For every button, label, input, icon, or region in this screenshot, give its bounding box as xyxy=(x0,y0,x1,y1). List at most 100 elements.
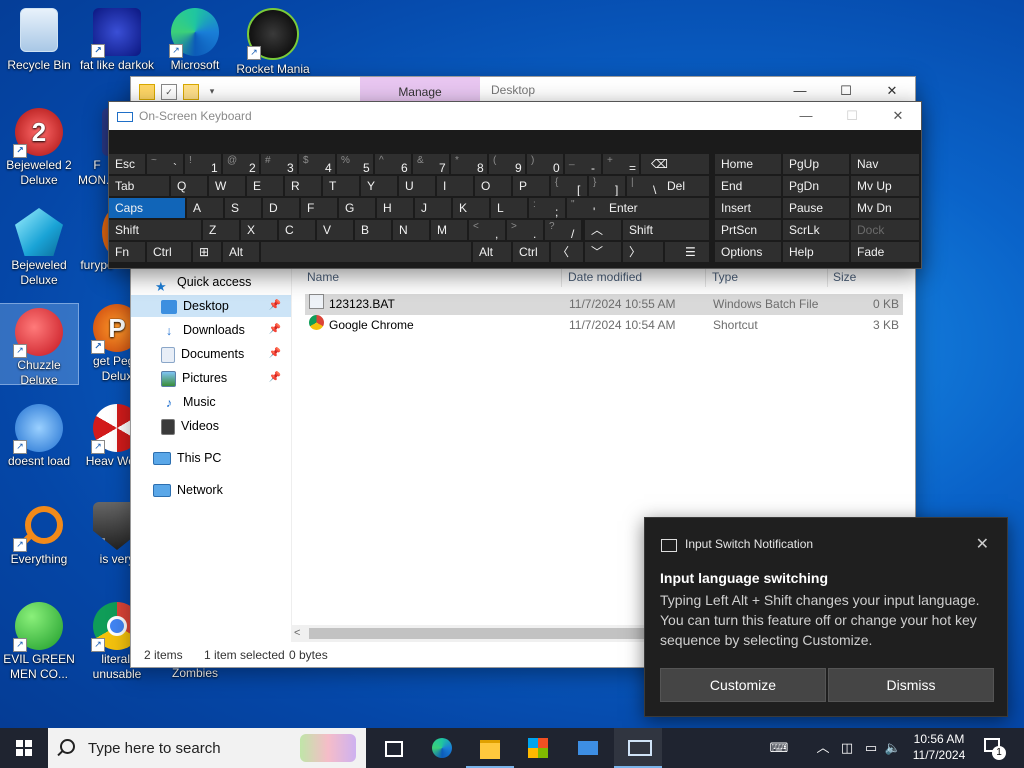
key-shift-right[interactable]: Shift xyxy=(623,220,709,240)
key-letter[interactable]: K xyxy=(453,198,489,218)
key-letter[interactable]: Q xyxy=(171,176,207,196)
key-shift-left[interactable]: Shift xyxy=(109,220,201,240)
file-row[interactable]: Google Chrome 11/7/2024 10:54 AM Shortcu… xyxy=(305,315,903,336)
key-number[interactable]: @2 xyxy=(223,154,259,174)
taskbar-clock[interactable]: 10:56 AM 11/7/2024 xyxy=(900,731,978,763)
key-letter[interactable]: G xyxy=(339,198,375,218)
close-button[interactable]: ✕ xyxy=(875,102,921,130)
key-prtscn[interactable]: PrtScn xyxy=(715,220,781,240)
key-letter[interactable]: C xyxy=(279,220,315,240)
customize-button[interactable]: Customize xyxy=(660,668,826,702)
key-mv-up[interactable]: Mv Up xyxy=(851,176,919,196)
chevron-down-icon[interactable]: ▾ xyxy=(205,84,219,98)
scrollbar-thumb[interactable] xyxy=(309,628,649,639)
key-esc[interactable]: Esc xyxy=(109,154,145,174)
key-caps[interactable]: Caps xyxy=(109,198,185,218)
key-number[interactable]: ~ ` xyxy=(147,154,183,174)
key-letter[interactable]: F xyxy=(301,198,337,218)
key-symbol[interactable]: :; xyxy=(529,198,565,218)
key-left-arrow[interactable]: 〈 xyxy=(551,242,583,262)
key-letter[interactable]: U xyxy=(399,176,435,196)
key-letter[interactable]: D xyxy=(263,198,299,218)
key-symbol[interactable]: {[ xyxy=(551,176,587,196)
show-hidden-icons-button[interactable]: ︿ xyxy=(814,728,832,768)
key-pause[interactable]: Pause xyxy=(783,198,849,218)
key-backspace[interactable]: ⌫ xyxy=(641,154,709,174)
desktop-icon-bejeweled-2[interactable]: 2 ↗ Bejeweled 2 Deluxe xyxy=(0,108,78,188)
key-letter[interactable]: I xyxy=(437,176,473,196)
column-header-name[interactable]: Name xyxy=(307,267,339,287)
key-letter[interactable]: Z xyxy=(203,220,239,240)
dismiss-button[interactable]: Dismiss xyxy=(828,668,994,702)
close-icon[interactable]: ✕ xyxy=(976,534,989,554)
key-symbol[interactable]: }] xyxy=(589,176,625,196)
key-insert[interactable]: Insert xyxy=(715,198,781,218)
desktop-icon-everything[interactable]: ↗ Everything xyxy=(0,502,78,567)
key-number[interactable]: ) 0 xyxy=(527,154,563,174)
properties-icon[interactable]: ✓ xyxy=(161,84,177,100)
desktop-icon-evil-green-men[interactable]: ↗ EVIL GREEN MEN CO... xyxy=(0,602,78,682)
nav-item-downloads[interactable]: ↓ Downloads 📌 xyxy=(131,319,291,341)
key-symbol[interactable]: | \ xyxy=(627,176,663,196)
taskbar-file-explorer[interactable] xyxy=(466,728,514,768)
key-fade[interactable]: Fade xyxy=(851,242,919,262)
pin-icon[interactable]: 📌 xyxy=(269,367,281,389)
meet-now-icon[interactable]: ◫ xyxy=(838,728,856,768)
key-letter[interactable]: W xyxy=(209,176,245,196)
nav-item-network[interactable]: Network xyxy=(131,479,291,501)
key-number[interactable]: ^ 6 xyxy=(375,154,411,174)
key-scrlk[interactable]: ScrLk xyxy=(783,220,849,240)
key-letter[interactable]: N xyxy=(393,220,429,240)
taskbar-search-box[interactable]: Type here to search xyxy=(48,728,366,768)
key-letter[interactable]: A xyxy=(187,198,223,218)
key-symbol[interactable]: >. xyxy=(507,220,543,240)
key-letter[interactable]: L xyxy=(491,198,527,218)
key-letter[interactable]: M xyxy=(431,220,467,240)
key-down-arrow[interactable]: ﹀ xyxy=(585,242,621,262)
desktop-icon-bejeweled-deluxe[interactable]: Bejeweled Deluxe xyxy=(0,208,78,288)
key-menu[interactable]: ☰ xyxy=(665,242,709,262)
key-number[interactable]: + = xyxy=(603,154,639,174)
tab-manage[interactable]: Manage xyxy=(360,77,480,103)
task-view-button[interactable] xyxy=(368,728,416,768)
desktop-icon-rocket-mania[interactable]: ↗ Rocket Mania xyxy=(234,8,312,77)
key-right-arrow[interactable]: 〉 xyxy=(623,242,663,262)
key-letter[interactable]: B xyxy=(355,220,391,240)
key-pgdn[interactable]: PgDn xyxy=(783,176,849,196)
new-folder-icon[interactable] xyxy=(183,84,199,100)
key-ctrl-right[interactable]: Ctrl xyxy=(513,242,549,262)
key-options[interactable]: Options xyxy=(715,242,781,262)
key-number[interactable]: _ - xyxy=(565,154,601,174)
key-up-arrow[interactable]: ︿ xyxy=(585,220,621,240)
key-number[interactable]: $4 xyxy=(299,154,335,174)
nav-item-quick-access[interactable]: ★ Quick access xyxy=(131,271,291,294)
key-end[interactable]: End xyxy=(715,176,781,196)
key-letter[interactable]: J xyxy=(415,198,451,218)
nav-item-this-pc[interactable]: This PC xyxy=(131,447,291,469)
key-letter[interactable]: V xyxy=(317,220,353,240)
key-number[interactable]: (9 xyxy=(489,154,525,174)
key-ctrl-left[interactable]: Ctrl xyxy=(147,242,191,262)
key-letter[interactable]: R xyxy=(285,176,321,196)
key-symbol[interactable]: <, xyxy=(469,220,505,240)
desktop-icon-recycle-bin[interactable]: Recycle Bin xyxy=(0,8,78,73)
key-del[interactable]: Del xyxy=(661,176,709,196)
notification-center-button[interactable]: 1 xyxy=(982,736,1006,760)
file-row[interactable]: 123123.BAT 11/7/2024 10:55 AM Windows Ba… xyxy=(305,294,903,315)
key-letter[interactable]: E xyxy=(247,176,283,196)
scroll-left-arrow-icon[interactable]: < xyxy=(294,625,300,642)
taskbar-mail[interactable] xyxy=(564,728,612,768)
desktop-icon-doesnt-load[interactable]: ↗ doesnt load xyxy=(0,404,78,469)
network-status-icon[interactable]: ▭ xyxy=(862,728,880,768)
folder-app-icon[interactable] xyxy=(139,84,155,100)
taskbar-edge[interactable] xyxy=(418,728,466,768)
taskbar-on-screen-keyboard[interactable] xyxy=(614,728,662,768)
minimize-button[interactable]: — xyxy=(783,102,829,130)
maximize-button[interactable]: ☐ xyxy=(829,102,875,130)
key-number[interactable]: & 7 xyxy=(413,154,449,174)
key-home[interactable]: Home xyxy=(715,154,781,174)
key-space[interactable] xyxy=(261,242,471,262)
key-mv-dn[interactable]: Mv Dn xyxy=(851,198,919,218)
key-pgup[interactable]: PgUp xyxy=(783,154,849,174)
key-letter[interactable]: Y xyxy=(361,176,397,196)
